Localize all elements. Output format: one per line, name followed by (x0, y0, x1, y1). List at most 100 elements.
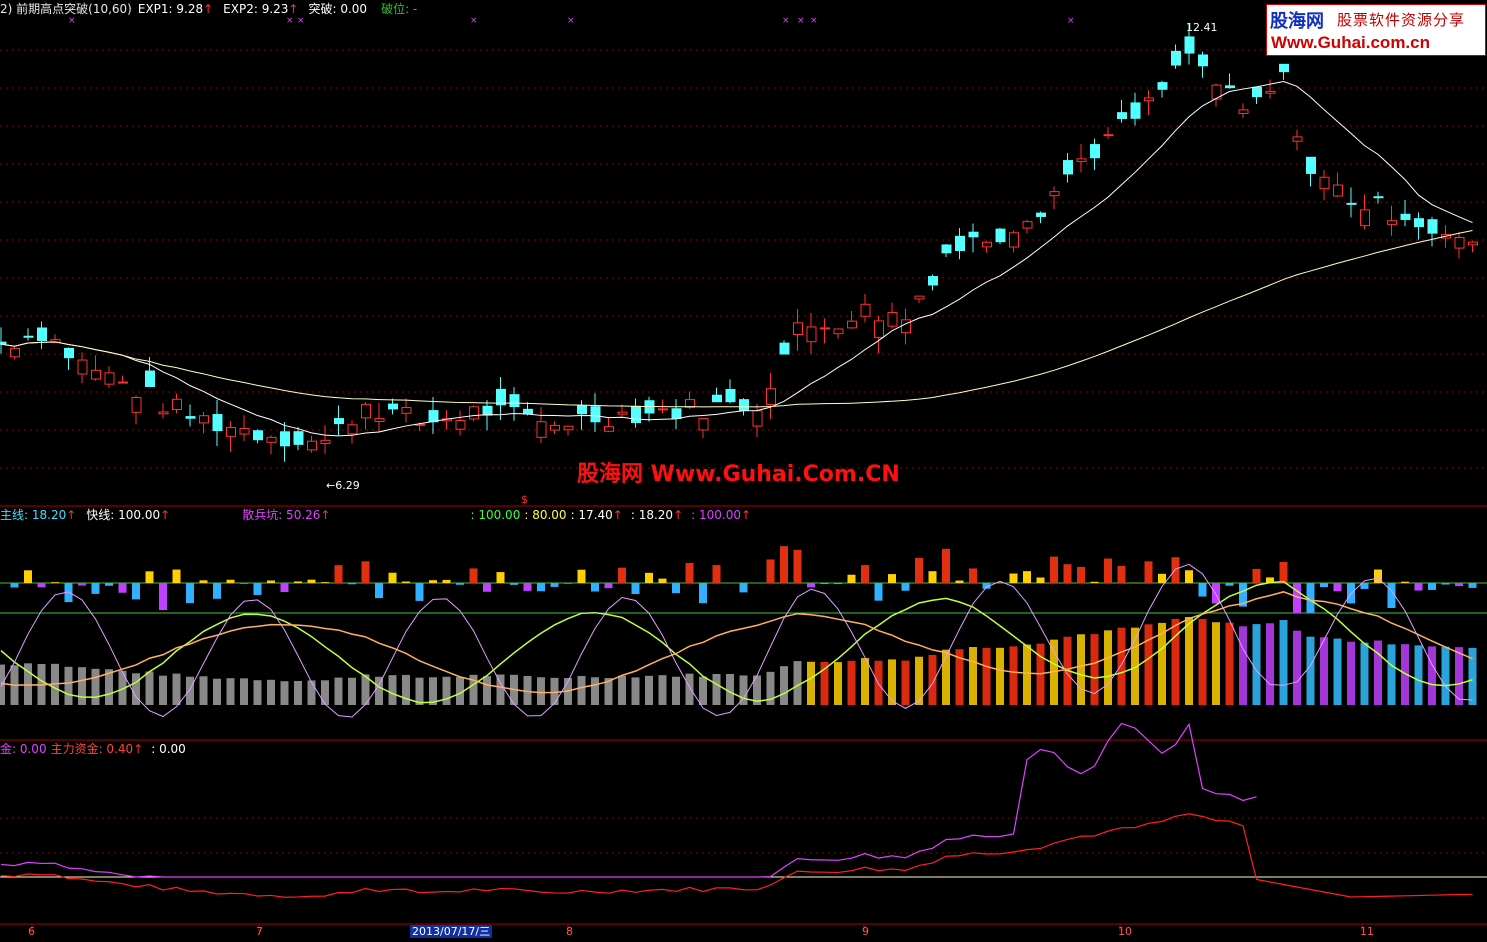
trend-bar (1388, 644, 1396, 705)
low-price-label: ←6.29 (326, 479, 360, 492)
trend-bar (1469, 648, 1477, 705)
down-candle (1307, 157, 1316, 173)
trend-bar (1091, 634, 1099, 705)
down-candle (1347, 203, 1356, 204)
trend-bar (308, 680, 316, 705)
momentum-bar (159, 583, 167, 610)
momentum-bar (132, 583, 140, 599)
top-signal-marker: × (297, 16, 305, 26)
momentum-bar (578, 570, 586, 583)
ma-long-line (1, 231, 1473, 407)
up-candle (1077, 159, 1086, 162)
momentum-bar (1172, 557, 1180, 583)
up-candle (240, 428, 249, 434)
trend-bar (1428, 646, 1436, 705)
up-candle (1023, 222, 1032, 228)
watermark-text: 股海网 Www.Guhai.Com.CN (577, 456, 900, 488)
trend-bar (173, 674, 181, 705)
up-arrow-icon: ↑ (320, 508, 330, 522)
down-candle (65, 348, 74, 357)
trend-bar (929, 655, 937, 705)
cursor-date-label: 2013/07/17/三 (410, 925, 492, 938)
up-candle (1010, 233, 1019, 247)
down-candle (726, 390, 735, 402)
up-candle (794, 323, 803, 335)
momentum-bar (564, 583, 572, 584)
down-candle (713, 395, 722, 402)
trend-bar (537, 677, 545, 705)
momentum-bar (875, 583, 883, 601)
momentum-bar (24, 570, 32, 583)
up-candle (1293, 137, 1302, 141)
up-candle (1361, 210, 1370, 226)
up-candle (551, 425, 560, 430)
up-candle (92, 370, 101, 379)
down-candle (429, 411, 438, 422)
momentum-bar (1185, 570, 1193, 583)
momentum-bar (254, 583, 262, 595)
trend-bar (443, 677, 451, 705)
up-candle (105, 373, 114, 384)
up-arrow-icon: ↑ (203, 2, 213, 16)
momentum-bar (1023, 571, 1031, 583)
main-fund-line (1, 814, 1473, 897)
down-candle (524, 409, 533, 414)
momentum-bar (200, 580, 208, 583)
trend-bar (402, 675, 410, 705)
momentum-bar (929, 571, 937, 583)
down-candle (281, 432, 290, 446)
down-candle (578, 406, 587, 414)
top-signal-marker: × (286, 16, 294, 26)
up-candle (834, 329, 843, 334)
up-candle (1145, 98, 1154, 101)
momentum-bar (1442, 583, 1450, 585)
top-signal-marker: × (1067, 16, 1075, 26)
down-candle (1280, 64, 1289, 71)
momentum-bar (1037, 578, 1045, 583)
up-arrow-icon: ↑ (66, 508, 76, 522)
momentum-bar (92, 583, 100, 594)
up-candle (132, 397, 141, 412)
momentum-bar (456, 583, 464, 585)
momentum-bar (375, 583, 383, 598)
momentum-bar (362, 561, 370, 583)
trend-bar (1442, 647, 1450, 705)
up-candle (861, 304, 870, 316)
trend-bar (186, 677, 194, 705)
trend-bar (1334, 639, 1342, 705)
trend-bar (780, 666, 788, 705)
high-price-label: 12.41 (1186, 21, 1218, 34)
main-fund-value: 主力资金: 0.40 (51, 742, 134, 756)
up-candle (1104, 135, 1113, 136)
momentum-bar (51, 582, 59, 583)
x-axis-month: 8 (566, 925, 573, 938)
momentum-bar (105, 583, 113, 586)
momentum-bar (308, 580, 316, 583)
indicator-title: 2) 前期高点突破(10,60) (0, 2, 132, 16)
fund-value-1: : 0.00 (151, 742, 186, 756)
up-candle (888, 313, 897, 327)
momentum-bar (1320, 583, 1328, 587)
down-candle (969, 232, 978, 237)
up-candle (1239, 110, 1248, 114)
trend-bar (1172, 619, 1180, 705)
momentum-bar (11, 583, 19, 588)
up-candle (1455, 238, 1464, 249)
top-signal-marker: × (68, 16, 76, 26)
trend-bar (1185, 617, 1193, 705)
trend-bar (321, 680, 329, 705)
trend-bar (983, 648, 991, 705)
trend-bar (618, 676, 626, 705)
top-signal-marker: × (567, 16, 575, 26)
momentum-bar (146, 571, 154, 583)
up-candle (267, 437, 276, 442)
momentum-bar (807, 583, 815, 587)
momentum-bar (632, 583, 640, 594)
value-1: : 100.00 (470, 508, 520, 522)
up-candle (848, 321, 857, 328)
trend-bar (1118, 628, 1126, 705)
logo-name: 股海网 (1270, 7, 1324, 33)
up-candle (605, 427, 614, 432)
stock-chart-window[interactable]: 12.41←6.29$××××××××× 2) 前期高点突破(10,60)EXP… (0, 0, 1487, 938)
value-5: : 100.00 (691, 508, 741, 522)
